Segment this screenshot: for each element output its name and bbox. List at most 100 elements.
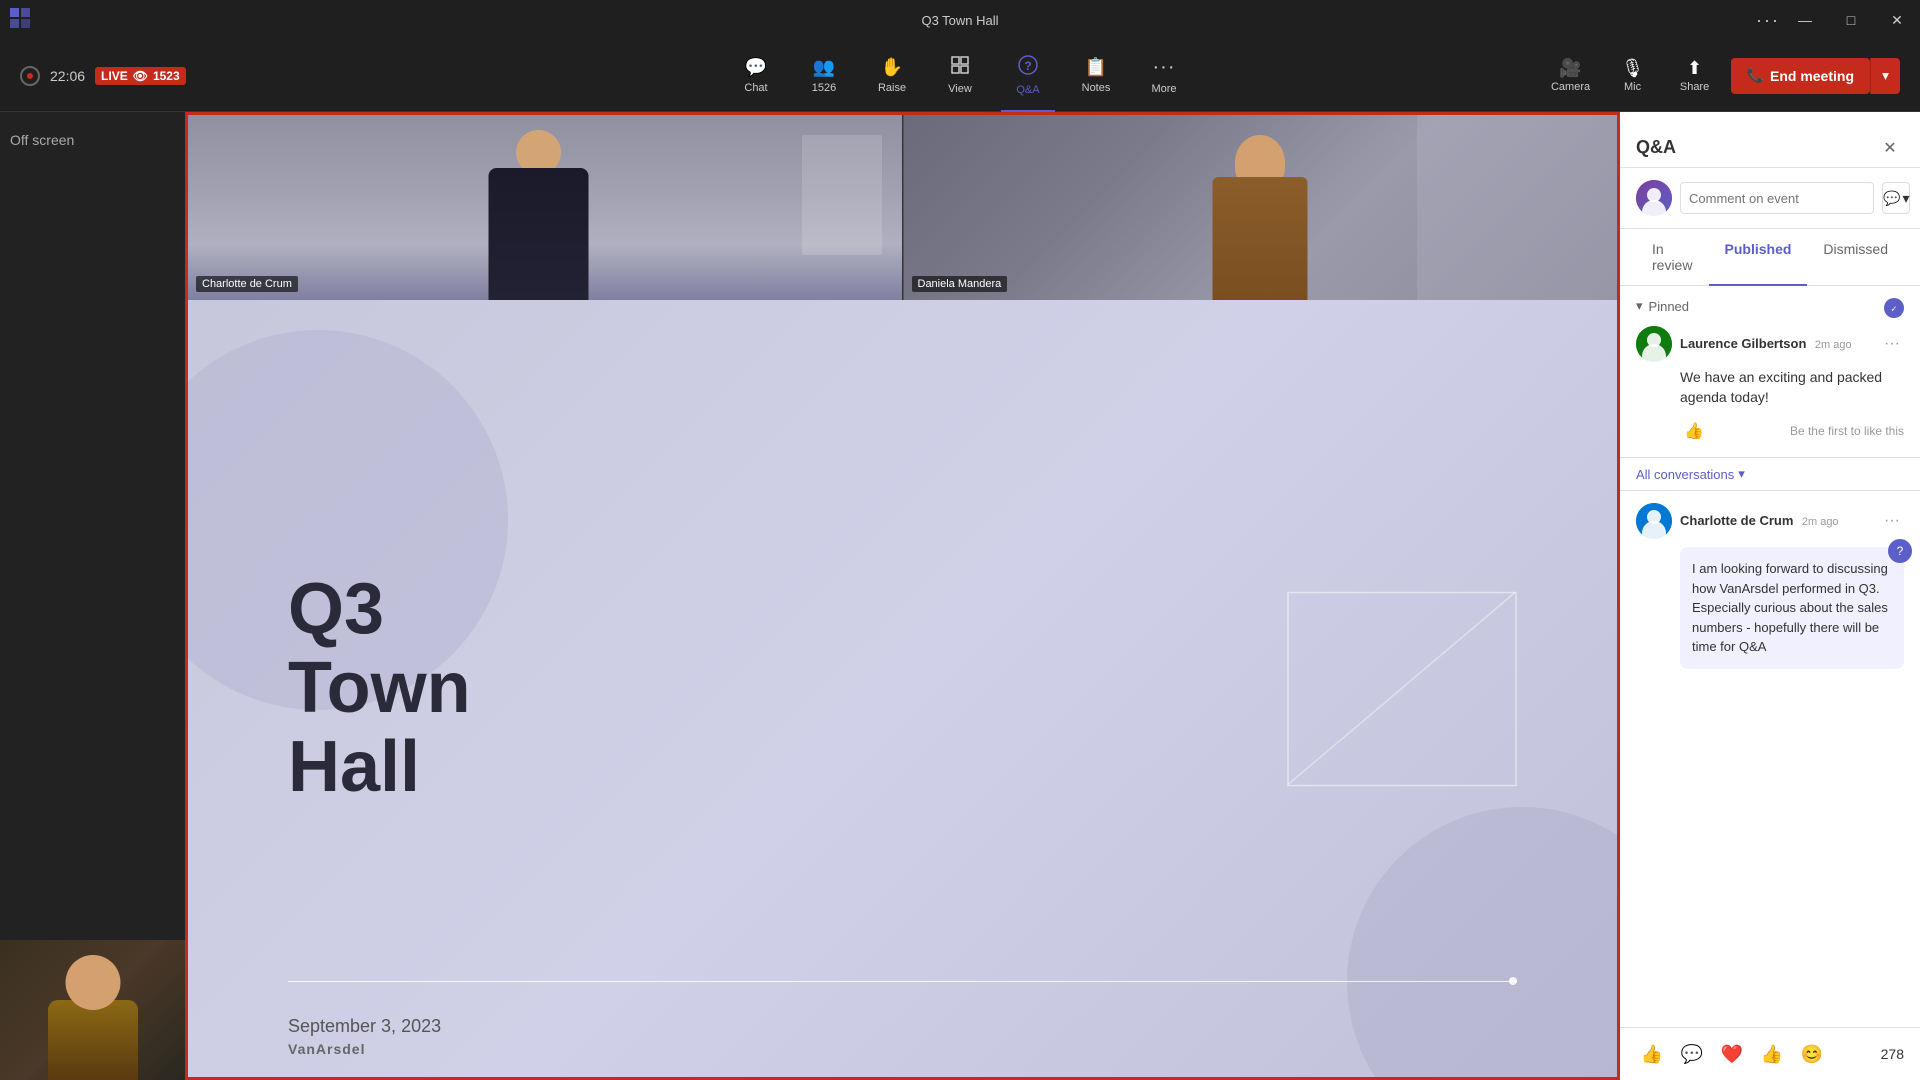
- slide-content: Q3 Town Hall September 3, 2023 VanArsdel: [188, 300, 1617, 1077]
- qna-title: Q&A: [1636, 137, 1676, 158]
- comment-type-button[interactable]: 💬 ▾: [1882, 182, 1910, 214]
- chevron-down-icon: ▾: [1636, 298, 1643, 314]
- all-conversations-chevron: ▾: [1738, 466, 1745, 482]
- people-count: 1526: [812, 82, 836, 94]
- maximize-button[interactable]: □: [1828, 0, 1874, 40]
- slide-divider-line: [288, 981, 1517, 982]
- slide-title-town: Town: [288, 648, 471, 728]
- viewers-count: 1523: [153, 69, 180, 83]
- question-mark-icon: ?: [1897, 544, 1904, 558]
- toolbar-chat[interactable]: 💬 Chat: [722, 40, 790, 112]
- smile-reaction-button[interactable]: 😊: [1796, 1038, 1828, 1070]
- tab-published[interactable]: Published: [1709, 229, 1808, 285]
- heart-reaction-button[interactable]: ❤️: [1716, 1038, 1748, 1070]
- chat-icon: 💬: [745, 57, 767, 78]
- self-head: [65, 955, 120, 1010]
- laurence-avatar: [1636, 326, 1672, 362]
- charlotte-name-time: Charlotte de Crum 2m ago: [1680, 512, 1839, 530]
- charlotte-username: Charlotte de Crum: [1680, 513, 1793, 528]
- view-label: View: [948, 83, 972, 95]
- charlotte-silhouette: [473, 130, 603, 300]
- title-bar: Q3 Town Hall ··· — □ ✕: [0, 0, 1920, 40]
- qna-content: ▾ Pinned ✓: [1620, 286, 1920, 1027]
- toolbar-mic[interactable]: 🎙 Mic: [1607, 58, 1659, 93]
- video-area: Charlotte de Crum Daniela Mandera: [185, 112, 1620, 1080]
- notes-label: Notes: [1082, 82, 1111, 94]
- comment-input-field[interactable]: [1680, 182, 1874, 214]
- toolbar-people[interactable]: 👥 1526: [790, 40, 858, 112]
- pinned-label: Pinned: [1649, 299, 1689, 314]
- current-user-avatar: [1636, 180, 1672, 216]
- toolbar-qna[interactable]: ? Q&A: [994, 40, 1062, 112]
- toolbar-notes[interactable]: 📋 Notes: [1062, 40, 1130, 112]
- more-icon: ···: [1153, 56, 1176, 79]
- toolbar-raise[interactable]: ✋ Raise: [858, 40, 926, 112]
- close-button[interactable]: ✕: [1874, 0, 1920, 40]
- laurence-like-button[interactable]: 👍: [1680, 417, 1708, 445]
- slide-box-svg: [1287, 591, 1517, 786]
- qna-close-button[interactable]: ✕: [1876, 134, 1904, 162]
- self-body: [48, 1000, 138, 1080]
- notes-icon: 📋: [1085, 57, 1107, 78]
- charlotte-message-time: 2m ago: [1802, 516, 1839, 528]
- question-indicator: ?: [1888, 539, 1912, 563]
- svg-text:?: ?: [1024, 59, 1031, 73]
- window-menu[interactable]: ···: [1756, 10, 1780, 31]
- phone-end-icon: 📞: [1747, 67, 1764, 84]
- laurence-message-actions: 👍 Be the first to like this: [1680, 417, 1904, 445]
- speaker-row: Charlotte de Crum Daniela Mandera: [188, 115, 1617, 300]
- end-meeting-dropdown-button[interactable]: ▾: [1870, 58, 1900, 94]
- slide-title-q3: Q3: [288, 569, 384, 649]
- toolbar-view[interactable]: View: [926, 40, 994, 112]
- comment-reaction-button[interactable]: 💬: [1676, 1038, 1708, 1070]
- speaker-bg-charlotte: [188, 115, 902, 300]
- chat-label: Chat: [744, 82, 767, 94]
- blue-thumbs-reaction-button[interactable]: 👍: [1756, 1038, 1788, 1070]
- more-label: More: [1151, 83, 1176, 95]
- shelf-decoration: [802, 135, 882, 255]
- charlotte-body: [488, 168, 588, 300]
- record-dot: [27, 73, 33, 79]
- reaction-count: 278: [1881, 1046, 1904, 1062]
- chevron-down-icon: ▾: [1882, 68, 1889, 84]
- off-screen-label: Off screen: [10, 132, 74, 148]
- qna-tabs: In review Published Dismissed: [1620, 229, 1920, 286]
- comment-box: 💬 ▾: [1620, 168, 1920, 229]
- speaker-tile-daniela: Daniela Mandera: [903, 115, 1618, 300]
- qna-icon: ?: [1018, 55, 1038, 80]
- slide-circle-bottom-right: [1347, 807, 1617, 1077]
- share-icon: ⬆: [1687, 58, 1702, 79]
- minimize-button[interactable]: —: [1782, 0, 1828, 40]
- self-video-tile: [0, 940, 185, 1080]
- thumbs-up-reaction-icon: 👍: [1641, 1044, 1663, 1065]
- all-conversations-filter[interactable]: All conversations ▾: [1620, 458, 1920, 491]
- daniela-name-tag: Daniela Mandera: [912, 276, 1008, 292]
- live-badge: LIVE 👁 1523: [95, 67, 186, 85]
- charlotte-message-section: Charlotte de Crum 2m ago ··· ? I am look…: [1620, 491, 1920, 681]
- speaker-bg-daniela: [904, 115, 1618, 300]
- toolbar-share[interactable]: ⬆ Share: [1669, 58, 1721, 93]
- comment-icon: 💬: [1883, 190, 1900, 207]
- laurence-message-more[interactable]: ···: [1880, 332, 1904, 356]
- laurence-user-info: Laurence Gilbertson 2m ago: [1636, 326, 1852, 362]
- laurence-message-header: Laurence Gilbertson 2m ago ···: [1636, 326, 1904, 362]
- qna-header: Q&A ✕: [1620, 112, 1920, 168]
- main-content: Off screen: [0, 112, 1920, 1080]
- toolbar-more[interactable]: ··· More: [1130, 40, 1198, 112]
- slide-title-hall: Hall: [288, 727, 420, 807]
- live-label: LIVE: [101, 69, 128, 83]
- tab-in-review[interactable]: In review: [1636, 229, 1709, 285]
- end-meeting-button[interactable]: 📞 End meeting: [1731, 58, 1870, 94]
- charlotte-name-tag: Charlotte de Crum: [196, 276, 298, 292]
- tab-published-label: Published: [1725, 241, 1792, 257]
- thumbs-up-reaction-button[interactable]: 👍: [1636, 1038, 1668, 1070]
- camera-label: Camera: [1551, 81, 1590, 93]
- speaker-tile-charlotte: Charlotte de Crum: [188, 115, 903, 300]
- qna-panel: Q&A ✕ 💬 ▾ In review: [1620, 112, 1920, 1080]
- tab-dismissed[interactable]: Dismissed: [1807, 229, 1904, 285]
- toolbar-camera[interactable]: 🎥 Camera: [1545, 58, 1597, 93]
- reaction-bar: 👍 💬 ❤️ 👍 😊 278: [1620, 1027, 1920, 1080]
- divider-dot: [1509, 977, 1517, 985]
- window-controls: — □ ✕: [1782, 0, 1920, 40]
- charlotte-message-more[interactable]: ···: [1880, 509, 1904, 533]
